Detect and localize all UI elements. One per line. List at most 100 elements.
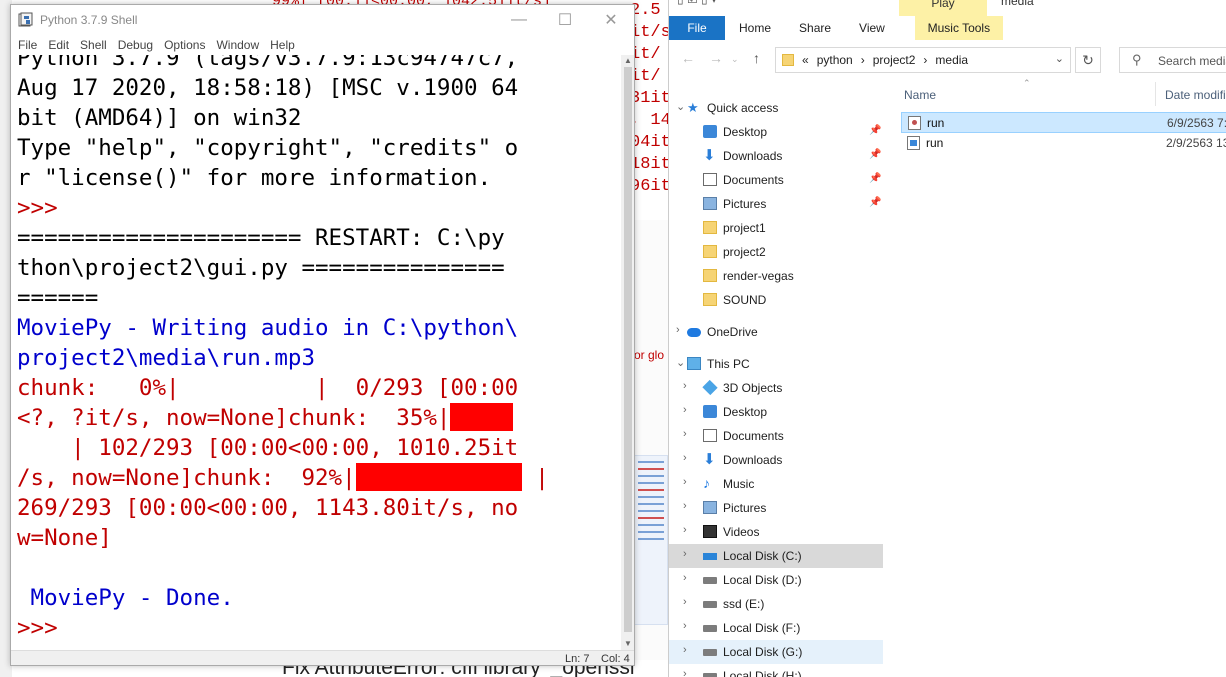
nav-item-render-vegas[interactable]: render-vegas [669, 264, 883, 288]
scroll-down-arrow[interactable]: ▼ [621, 638, 634, 650]
nav-item-local-disk-f[interactable]: › Local Disk (F:) [669, 616, 883, 640]
nav-item-label: Videos [723, 525, 760, 539]
nav-item-music[interactable]: › ♪ Music [669, 472, 883, 496]
nav-item-this-pc[interactable]: ⌄ This PC [669, 352, 883, 376]
up-arrow-icon[interactable]: ↑ [753, 50, 760, 66]
nav-item-videos[interactable]: › Videos [669, 520, 883, 544]
nav-item-desktop[interactable]: › Desktop [669, 400, 883, 424]
nav-item-local-disk-d[interactable]: › Local Disk (D:) [669, 568, 883, 592]
quick-access-toolbar[interactable]: ▯ ☑ ▯ ▾ [677, 0, 717, 6]
nav-item-desktop[interactable]: Desktop 📌 [669, 120, 883, 144]
pin-icon[interactable]: 📌 [869, 197, 881, 208]
nav-item-downloads[interactable]: › ⬇ Downloads [669, 448, 883, 472]
nav-item-local-disk-c[interactable]: › Local Disk (C:) [669, 544, 883, 568]
back-arrow-icon[interactable]: ← [681, 50, 695, 66]
nav-item-sound[interactable]: SOUND [669, 288, 883, 312]
nav-item-label: Local Disk (F:) [723, 621, 801, 635]
menu-item-options[interactable]: Options [160, 38, 212, 52]
shell-text-segment: ===================== RESTART: C:\py [17, 225, 505, 251]
tab-share[interactable]: Share [785, 16, 845, 40]
column-header-date[interactable]: Date modified [1165, 88, 1226, 102]
chevron-right-icon[interactable]: › [683, 548, 687, 560]
chevron-right-icon[interactable]: › [683, 668, 687, 677]
navigation-pane[interactable]: ⌄ ★ Quick access Desktop 📌 ⬇ Downloads 📌 Documen… [669, 90, 883, 677]
recent-locations-icon[interactable]: ⌄ [731, 54, 739, 65]
background-text-fragment: or glo [634, 348, 665, 362]
nav-item-label: Desktop [723, 405, 768, 419]
pin-icon[interactable]: 📌 [869, 173, 881, 184]
pin-icon[interactable]: 📌 [869, 149, 881, 160]
chevron-down-icon[interactable]: ⌄ [676, 356, 685, 369]
nav-item-3d-objects[interactable]: › 3D Objects [669, 376, 883, 400]
column-divider[interactable] [1155, 82, 1156, 106]
refresh-button[interactable]: ↻ [1075, 47, 1101, 73]
menu-item-edit[interactable]: Edit [44, 38, 76, 52]
chevron-right-icon[interactable]: › [683, 476, 687, 488]
shell-output[interactable]: Python 3.7.9 (tags/v3.7.9:13c94747c7, Aug… [11, 55, 621, 650]
nav-item-local-disk-h[interactable]: › Local Disk (H:) [669, 664, 883, 677]
nav-item-project1[interactable]: project1 [669, 216, 883, 240]
breadcrumb-item[interactable]: media [935, 53, 968, 67]
shell-text[interactable]: Python 3.7.9 (tags/v3.7.9:13c94747c7, Aug… [11, 55, 621, 643]
breadcrumb-item[interactable]: python [817, 53, 853, 67]
menu-item-help[interactable]: Help [266, 38, 302, 52]
nav-item-label: Local Disk (D:) [723, 573, 802, 587]
column-header-name[interactable]: Name [904, 88, 936, 102]
breadcrumb-separator[interactable]: « [802, 53, 809, 67]
tab-view[interactable]: View [845, 16, 899, 40]
nav-item-project2[interactable]: project2 [669, 240, 883, 264]
chevron-right-icon[interactable]: › [683, 500, 687, 512]
menu-item-shell[interactable]: Shell [76, 38, 114, 52]
breadcrumb-separator[interactable]: › [861, 53, 865, 67]
file-name: run [926, 136, 944, 150]
breadcrumb[interactable]: « python › project2 › media [802, 53, 976, 67]
chevron-right-icon[interactable]: › [683, 380, 687, 392]
menu-item-window[interactable]: Window [212, 38, 266, 52]
nav-item-pictures[interactable]: Pictures 📌 [669, 192, 883, 216]
vertical-scrollbar[interactable]: ▲ ▼ [621, 55, 634, 650]
chevron-right-icon[interactable]: › [683, 620, 687, 632]
nav-item-quick-access[interactable]: ⌄ ★ Quick access [669, 96, 883, 120]
nav-item-ssd-e[interactable]: › ssd (E:) [669, 592, 883, 616]
nav-item-pictures[interactable]: › Pictures [669, 496, 883, 520]
title-bar[interactable]: Python 3.7.9 Shell — ☐ ✕ [11, 5, 634, 35]
file-row[interactable]: run 2/9/2563 13 [901, 133, 1226, 154]
close-button[interactable]: ✕ [588, 5, 634, 35]
nav-item-onedrive[interactable]: › OneDrive [669, 320, 883, 344]
nav-item-documents[interactable]: Documents 📌 [669, 168, 883, 192]
breadcrumb-item[interactable]: project2 [873, 53, 916, 67]
nav-item-downloads[interactable]: ⬇ Downloads 📌 [669, 144, 883, 168]
chevron-right-icon[interactable]: › [683, 452, 687, 464]
nav-item-documents[interactable]: › Documents [669, 424, 883, 448]
chevron-right-icon[interactable]: › [683, 644, 687, 656]
chevron-right-icon[interactable]: › [676, 324, 680, 336]
breadcrumb-separator[interactable]: › [923, 53, 927, 67]
tab-home[interactable]: Home [725, 16, 785, 40]
file-list[interactable]: ⌃ Name Date modified run 6/9/2563 7:0 run 2… [901, 76, 1226, 676]
tab-file[interactable]: File [669, 16, 725, 40]
scrollbar-thumb[interactable] [624, 67, 632, 632]
forward-arrow-icon[interactable]: → [709, 50, 723, 66]
tab-music-tools[interactable]: Music Tools [914, 16, 1003, 40]
ribbon-tabs: File Home Share View Music Tools [669, 16, 1003, 40]
scroll-up-arrow[interactable]: ▲ [621, 55, 634, 67]
nav-item-local-disk-g[interactable]: › Local Disk (G:) [669, 640, 883, 664]
chevron-down-icon[interactable]: ⌄ [1055, 52, 1064, 65]
doc-icon [703, 173, 717, 186]
menu-item-debug[interactable]: Debug [114, 38, 160, 52]
file-explorer-window[interactable]: ▯ ☑ ▯ ▾ Play media FileHomeShareView Musi… [668, 0, 1226, 677]
address-bar[interactable]: « python › project2 › media ⌄ [775, 47, 1071, 73]
chevron-right-icon[interactable]: › [683, 524, 687, 536]
chevron-right-icon[interactable]: › [683, 596, 687, 608]
idle-shell-window[interactable]: Python 3.7.9 Shell — ☐ ✕ File Edit Shell De… [10, 4, 635, 666]
chevron-right-icon[interactable]: › [683, 404, 687, 416]
maximize-button[interactable]: ☐ [542, 5, 588, 35]
pin-icon[interactable]: 📌 [869, 125, 881, 136]
menu-item-file[interactable]: File [14, 38, 44, 52]
chevron-down-icon[interactable]: ⌄ [676, 100, 685, 113]
minimize-button[interactable]: — [496, 5, 542, 35]
search-input[interactable]: ⚲ Search media [1119, 47, 1226, 73]
file-row[interactable]: run 6/9/2563 7:0 [901, 112, 1226, 133]
chevron-right-icon[interactable]: › [683, 572, 687, 584]
chevron-right-icon[interactable]: › [683, 428, 687, 440]
